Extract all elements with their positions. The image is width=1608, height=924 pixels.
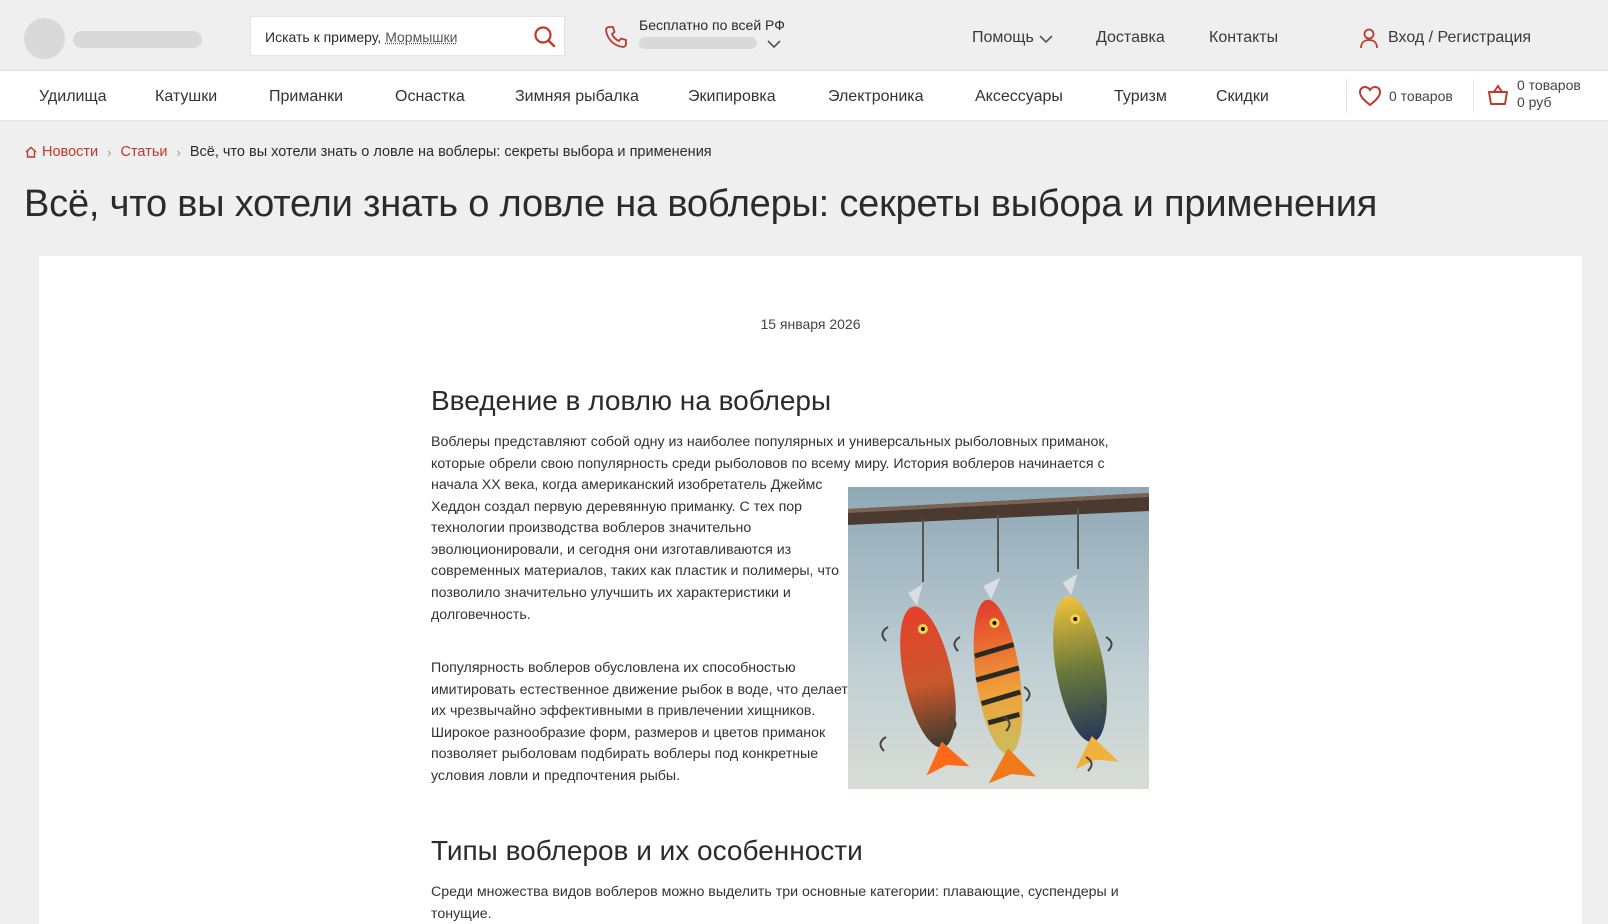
divider xyxy=(1473,79,1474,113)
section-heading: Введение в ловлю на воблеры xyxy=(431,385,832,416)
home-icon[interactable] xyxy=(24,145,38,159)
cart-items-count: 0 товаров xyxy=(1517,77,1581,93)
login-link[interactable]: Вход / Регистрация xyxy=(1388,29,1531,47)
search-box[interactable]: Искать к примеру, Мормышки xyxy=(250,16,565,56)
breadcrumb-news[interactable]: Новости xyxy=(42,144,98,160)
delivery-link[interactable]: Доставка xyxy=(1096,29,1165,47)
search-placeholder-prefix: Искать к примеру, xyxy=(265,29,382,45)
intro-paragraph-top: Воблеры представляют собой одну из наибо… xyxy=(431,434,1109,472)
intro-paragraph-rest: начала XX века, когда американский изобр… xyxy=(431,477,840,623)
chevron-down-icon[interactable] xyxy=(1038,32,1054,46)
category-nav: Удилища Катушки Приманки Оснастка Зимняя… xyxy=(0,71,1608,121)
nav-item-lures[interactable]: Приманки xyxy=(269,88,343,106)
article-card: 15 января 2026 Введение в ловлю на вобле… xyxy=(39,256,1582,924)
nav-item-electronics[interactable]: Электроника xyxy=(828,88,924,106)
search-icon[interactable] xyxy=(532,24,558,50)
favorites-count[interactable]: 0 товаров xyxy=(1389,88,1453,104)
page-title: Всё, что вы хотели знать о ловле на вобл… xyxy=(24,183,1378,225)
nav-item-winter-fishing[interactable]: Зимняя рыбалка xyxy=(515,88,639,106)
breadcrumb-articles[interactable]: Статьи xyxy=(120,144,167,160)
phone-icon xyxy=(605,26,627,48)
nav-item-tackle[interactable]: Оснастка xyxy=(395,88,465,106)
nav-item-accessories[interactable]: Аксессуары xyxy=(975,88,1063,106)
nav-item-reels[interactable]: Катушки xyxy=(155,88,217,106)
logo-placeholder[interactable] xyxy=(24,18,65,59)
chevron-right-icon: › xyxy=(176,144,181,160)
breadcrumb-current: Всё, что вы хотели знать о ловле на вобл… xyxy=(189,144,712,160)
search-input[interactable]: Искать к примеру, Мормышки xyxy=(265,29,457,45)
chevron-right-icon: › xyxy=(107,144,112,160)
article-date: 15 января 2026 xyxy=(760,316,861,332)
logo-text-placeholder[interactable] xyxy=(73,31,202,48)
breadcrumb: Новости › Статьи › Всё, что вы хотели зн… xyxy=(24,144,712,160)
cart-total: 0 руб xyxy=(1517,94,1552,110)
user-icon[interactable] xyxy=(1358,27,1380,49)
top-header: Искать к примеру, Мормышки Бесплатно по … xyxy=(0,0,1608,71)
heart-icon[interactable] xyxy=(1358,85,1382,107)
chevron-down-icon[interactable] xyxy=(766,37,782,51)
free-call-label: Бесплатно по всей РФ xyxy=(639,17,785,33)
phone-number-placeholder[interactable] xyxy=(639,37,757,49)
nav-item-tourism[interactable]: Туризм xyxy=(1114,88,1167,106)
paragraph-popularity: Популярность воблеров обусловлена их спо… xyxy=(431,660,848,784)
paragraph-types: Среди множества видов воблеров можно выд… xyxy=(431,884,1119,922)
nav-item-rods[interactable]: Удилища xyxy=(39,88,107,106)
divider xyxy=(1346,79,1347,113)
wobblers-photo xyxy=(848,487,1149,789)
section-heading: Типы воблеров и их особенности xyxy=(431,835,863,866)
contacts-link[interactable]: Контакты xyxy=(1209,29,1278,47)
wobblers-illustration xyxy=(848,487,1149,789)
search-placeholder-hint[interactable]: Мормышки xyxy=(385,29,457,45)
cart-summary[interactable]: 0 товаров 0 руб xyxy=(1517,77,1581,111)
nav-item-discounts[interactable]: Скидки xyxy=(1216,88,1269,106)
help-menu[interactable]: Помощь xyxy=(972,29,1034,47)
basket-icon[interactable] xyxy=(1486,83,1510,107)
nav-item-equipment[interactable]: Экипировка xyxy=(688,88,776,106)
